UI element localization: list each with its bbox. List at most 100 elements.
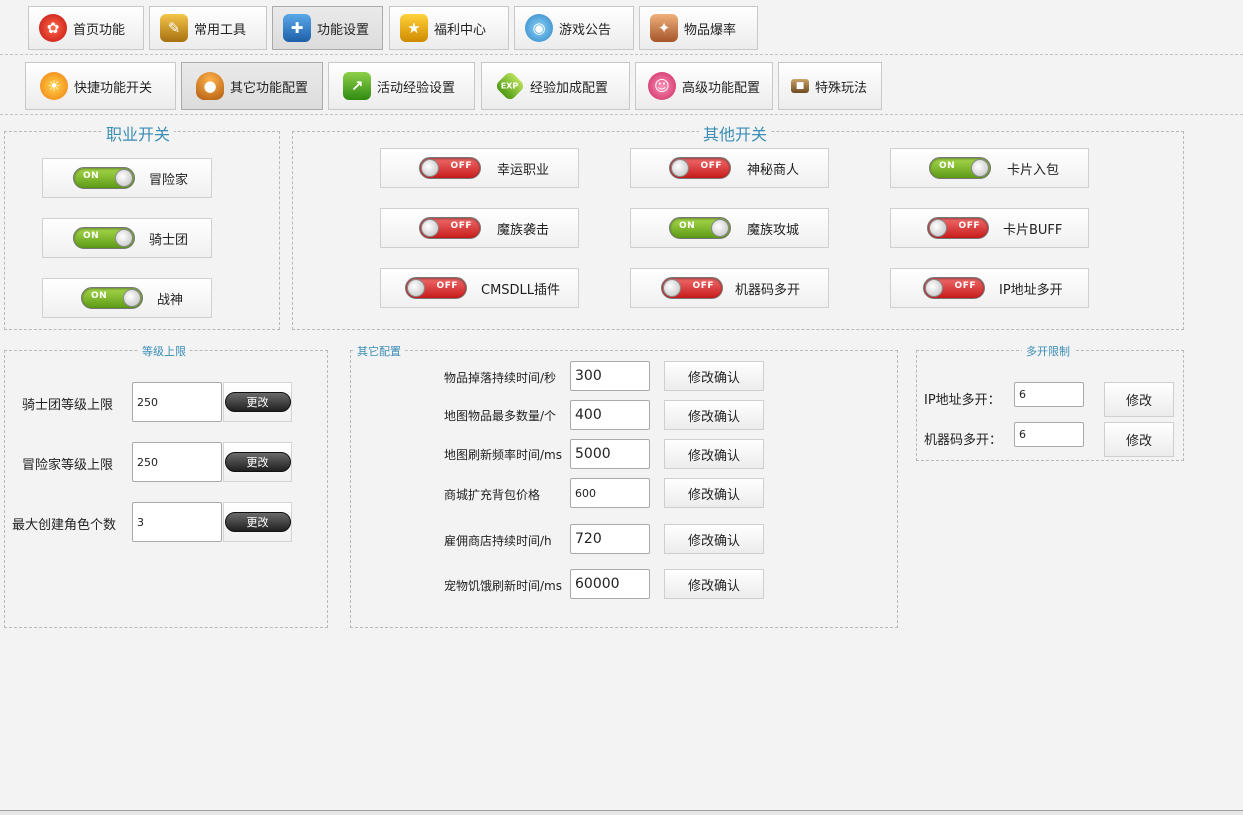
- toggle-switch[interactable]: OFF: [927, 217, 989, 239]
- switch-label: CMSDLL插件: [481, 282, 561, 298]
- announcement-icon: ◉: [525, 14, 553, 42]
- switch-card-to-bag: ON 卡片入包: [890, 148, 1089, 188]
- subtab-label: 其它功能配置: [230, 80, 309, 96]
- switch-label: 机器码多开: [735, 282, 801, 298]
- subtab-exp-bonus[interactable]: EXP 经验加成配置: [481, 62, 630, 110]
- toggle-switch[interactable]: OFF: [661, 277, 723, 299]
- subtab-special-play[interactable]: ■ 特殊玩法: [778, 62, 882, 110]
- field-label: 最大创建角色个数: [12, 518, 117, 533]
- item-drop-duration-input[interactable]: [570, 361, 650, 391]
- confirm-button[interactable]: 修改确认: [664, 569, 764, 599]
- toggle-switch[interactable]: ON: [73, 167, 135, 189]
- subtab-label: 经验加成配置: [530, 80, 609, 96]
- tab-tools[interactable]: ✎ 常用工具: [149, 6, 267, 50]
- toggle-switch[interactable]: OFF: [419, 217, 481, 239]
- field-label: 机器码多开：: [924, 433, 1003, 448]
- other-config-title: 其它配置: [353, 343, 405, 359]
- switch-label: 骑士团: [149, 232, 189, 248]
- switch-label: 卡片BUFF: [1003, 222, 1063, 238]
- change-button[interactable]: 更改: [223, 382, 292, 422]
- exp-bonus-icon: EXP: [494, 70, 526, 102]
- field-label: 骑士团等级上限: [22, 398, 114, 413]
- item-drop-icon: ✦: [650, 14, 678, 42]
- cygnus-level-input[interactable]: [132, 382, 222, 422]
- tab-function-settings[interactable]: ✚ 功能设置: [272, 6, 383, 50]
- switch-label: 神秘商人: [747, 162, 800, 178]
- map-refresh-rate-input[interactable]: [570, 439, 650, 469]
- tab-item-drop[interactable]: ✦ 物品爆率: [639, 6, 758, 50]
- max-characters-input[interactable]: [132, 502, 222, 542]
- field-label: IP地址多开：: [924, 393, 1001, 408]
- quick-switch-icon: ☀: [40, 72, 68, 100]
- pet-hunger-refresh-input[interactable]: [570, 569, 650, 599]
- bag-expand-price-input[interactable]: [570, 478, 650, 508]
- other-switch-title: 其他开关: [699, 121, 772, 145]
- switch-aran: ON 战神: [42, 278, 212, 318]
- switch-label: 战神: [157, 292, 184, 308]
- field-label: 冒险家等级上限: [22, 458, 114, 473]
- modify-button[interactable]: 修改: [1104, 382, 1174, 417]
- bottom-border: [0, 810, 1243, 815]
- toggle-switch[interactable]: OFF: [405, 277, 467, 299]
- switch-demon-raid: OFF 魔族袭击: [380, 208, 579, 248]
- job-switch-title: 职业开关: [102, 121, 175, 145]
- machine-code-multi-input[interactable]: [1014, 422, 1084, 447]
- change-button[interactable]: 更改: [223, 502, 292, 542]
- switch-cmsdll-plugin: OFF CMSDLL插件: [380, 268, 579, 308]
- toggle-switch[interactable]: ON: [73, 227, 135, 249]
- toggle-switch[interactable]: OFF: [419, 157, 481, 179]
- tab-label: 常用工具: [194, 22, 247, 38]
- map-max-items-input[interactable]: [570, 400, 650, 430]
- switch-demon-siege: ON 魔族攻城: [630, 208, 829, 248]
- switch-adventurer: ON 冒险家: [42, 158, 212, 198]
- subtab-activity-exp[interactable]: ↗ 活动经验设置: [328, 62, 475, 110]
- tools-icon: ✎: [160, 14, 188, 42]
- change-button[interactable]: 更改: [223, 442, 292, 482]
- switch-lucky-job: OFF 幸运职业: [380, 148, 579, 188]
- toggle-switch[interactable]: ON: [81, 287, 143, 309]
- modify-button[interactable]: 修改: [1104, 422, 1174, 457]
- subtab-quick-switch[interactable]: ☀ 快捷功能开关: [25, 62, 176, 110]
- ip-multi-input[interactable]: [1014, 382, 1084, 407]
- confirm-button[interactable]: 修改确认: [664, 400, 764, 430]
- toggle-switch[interactable]: ON: [929, 157, 991, 179]
- level-limit-title: 等级上限: [138, 343, 190, 359]
- advanced-icon: ☺: [648, 72, 676, 100]
- toggle-switch[interactable]: ON: [669, 217, 731, 239]
- subtab-advanced[interactable]: ☺ 高级功能配置: [635, 62, 773, 110]
- confirm-button[interactable]: 修改确认: [664, 439, 764, 469]
- gift-icon: ★: [400, 14, 428, 42]
- switch-label: 魔族攻城: [747, 222, 800, 238]
- subtab-label: 活动经验设置: [377, 80, 456, 96]
- tab-announcement[interactable]: ◉ 游戏公告: [514, 6, 634, 50]
- tab-welfare[interactable]: ★ 福利中心: [389, 6, 509, 50]
- subtab-label: 快捷功能开关: [74, 80, 153, 96]
- subtab-other-config[interactable]: ● 其它功能配置: [181, 62, 323, 110]
- confirm-button[interactable]: 修改确认: [664, 361, 764, 391]
- toggle-switch[interactable]: OFF: [923, 277, 985, 299]
- field-label: 地图物品最多数量/个: [444, 409, 557, 423]
- tab-home[interactable]: ✿ 首页功能: [28, 6, 144, 50]
- divider: [0, 114, 1243, 115]
- switch-ip-multi: OFF IP地址多开: [890, 268, 1089, 308]
- adventurer-level-input[interactable]: [132, 442, 222, 482]
- special-play-icon: ■: [791, 79, 809, 93]
- field-label: 物品掉落持续时间/秒: [444, 371, 557, 385]
- settings-icon: ✚: [283, 14, 311, 42]
- hired-shop-duration-input[interactable]: [570, 524, 650, 554]
- home-icon: ✿: [39, 14, 67, 42]
- switch-mystery-merchant: OFF 神秘商人: [630, 148, 829, 188]
- tab-label: 游戏公告: [559, 22, 612, 38]
- tab-label: 功能设置: [317, 22, 370, 38]
- subtab-label: 高级功能配置: [682, 80, 761, 96]
- activity-exp-icon: ↗: [343, 72, 371, 100]
- confirm-button[interactable]: 修改确认: [664, 478, 764, 508]
- field-label: 雇佣商店持续时间/h: [444, 534, 552, 548]
- confirm-button[interactable]: 修改确认: [664, 524, 764, 554]
- tab-label: 物品爆率: [684, 22, 737, 38]
- switch-label: 冒险家: [149, 172, 189, 188]
- subtab-label: 特殊玩法: [815, 80, 868, 96]
- toggle-switch[interactable]: OFF: [669, 157, 731, 179]
- switch-machine-code-multi: OFF 机器码多开: [630, 268, 829, 308]
- field-label: 宠物饥饿刷新时间/ms: [444, 579, 562, 593]
